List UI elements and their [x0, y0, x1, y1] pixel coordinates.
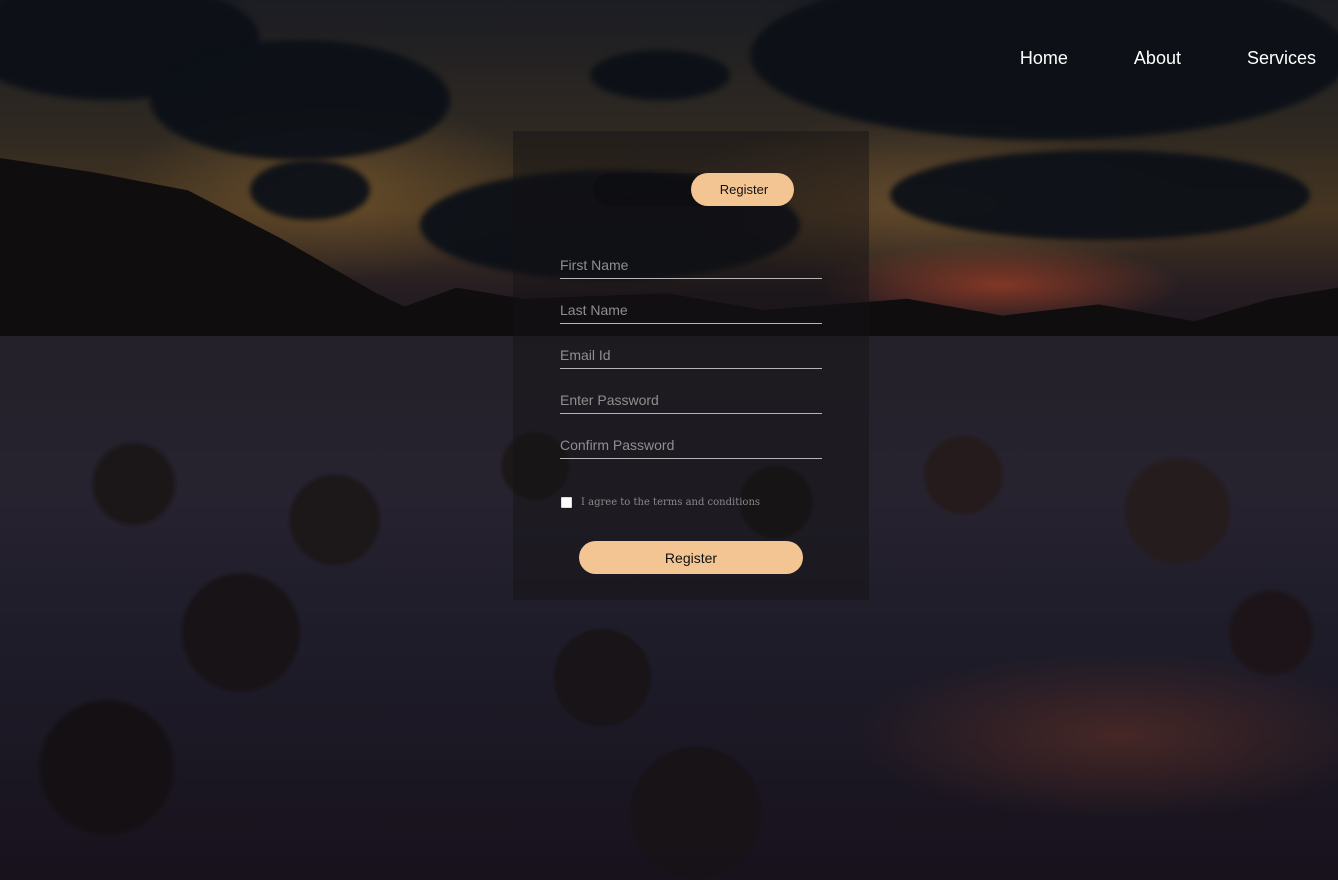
nav-services[interactable]: Services	[1247, 46, 1316, 70]
password-field[interactable]	[560, 386, 822, 414]
top-nav: Home About Services	[954, 46, 1316, 70]
register-form-box: Log In Register I agree to the terms and…	[513, 131, 869, 600]
login-tab[interactable]: Log In	[593, 173, 693, 206]
email-field[interactable]	[560, 341, 822, 369]
nav-about[interactable]: About	[1134, 46, 1181, 70]
confirm-password-field[interactable]	[560, 431, 822, 459]
login-register-toggle: Log In Register	[593, 173, 794, 206]
terms-agreement: I agree to the terms and conditions	[561, 497, 760, 508]
terms-label: I agree to the terms and conditions	[581, 497, 761, 508]
terms-checkbox[interactable]	[561, 497, 572, 508]
nav-home[interactable]: Home	[1020, 46, 1068, 70]
register-submit-button[interactable]: Register	[579, 541, 803, 574]
register-tab[interactable]: Register	[694, 173, 794, 206]
last-name-field[interactable]	[560, 296, 822, 324]
first-name-field[interactable]	[560, 251, 822, 279]
